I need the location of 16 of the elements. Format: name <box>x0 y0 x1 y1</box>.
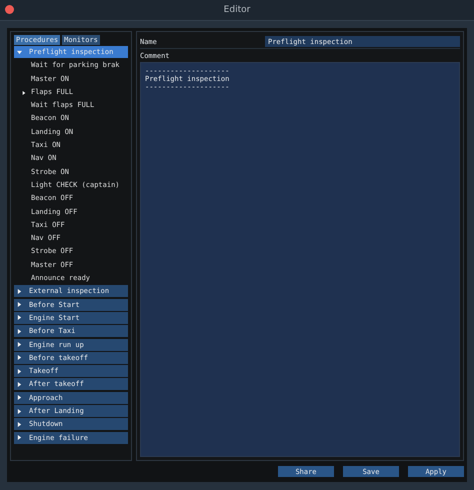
caret-icon <box>17 50 22 54</box>
caret-icon <box>17 408 22 414</box>
close-button[interactable] <box>5 5 14 14</box>
caret-icon[interactable] <box>22 90 26 95</box>
caret-icon <box>17 435 22 440</box>
caret-icon <box>17 342 22 348</box>
caret-icon <box>17 368 22 374</box>
caret-icon <box>17 422 22 427</box>
caret-icon <box>17 328 22 334</box>
caret-icon <box>17 315 22 320</box>
caret-icon <box>17 382 22 387</box>
window-title: Editor <box>224 5 250 15</box>
caret-icon <box>17 302 22 308</box>
caret-icon <box>17 355 22 360</box>
caret-icon <box>17 395 22 400</box>
caret-icon <box>17 288 22 294</box>
